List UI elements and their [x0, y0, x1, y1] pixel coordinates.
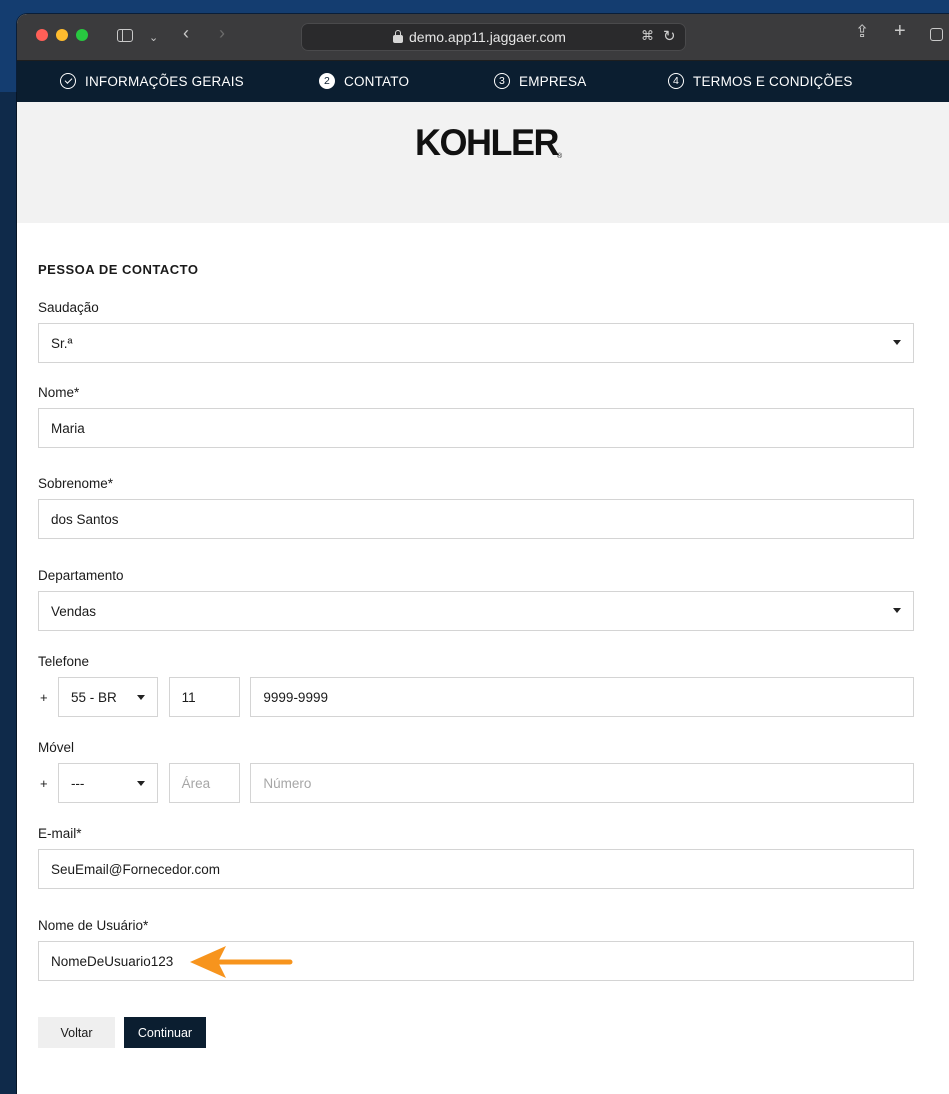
mobile-row: + --- Área Número	[38, 763, 914, 803]
phone-label: Telefone	[38, 654, 90, 669]
last-name-group: Sobrenome* dos Santos	[38, 476, 914, 539]
department-value: Vendas	[51, 603, 97, 619]
phone-country-code-value: 55 - BR	[70, 689, 117, 705]
back-arrow-icon[interactable]: ‹	[183, 24, 189, 42]
department-select[interactable]: Vendas	[38, 591, 914, 631]
form-actions: Voltar Continuar	[38, 1017, 206, 1048]
mobile-label: Móvel	[38, 740, 75, 755]
minimize-window-button[interactable]	[56, 29, 68, 41]
step-label: EMPRESA	[519, 73, 587, 89]
section-title: PESSOA DE CONTACTO	[38, 262, 199, 277]
caret-down-icon	[136, 781, 145, 786]
progress-steps: INFORMAÇÕES GERAIS 2 CONTATO 3 EMPRESA 4…	[17, 61, 949, 102]
sidebar-icon[interactable]	[117, 29, 133, 42]
phone-number-input[interactable]: 9999-9999	[250, 677, 914, 717]
step-label: TERMOS E CONDIÇÕES	[693, 73, 853, 89]
mobile-number-placeholder: Número	[263, 775, 312, 791]
mobile-area-input[interactable]: Área	[168, 763, 241, 803]
phone-plus: +	[40, 689, 48, 705]
phone-area-input[interactable]: 11	[168, 677, 241, 717]
step-number: 3	[494, 73, 510, 89]
registered-mark: ®	[557, 153, 563, 160]
department-label: Departamento	[38, 568, 124, 583]
step-label: INFORMAÇÕES GERAIS	[85, 73, 244, 89]
mobile-number-input[interactable]: Número	[250, 763, 914, 803]
browser-toolbar: ⌄ ‹ › demo.app11.jaggaer.com ⌘ ↻ ⇪ +	[17, 14, 949, 61]
username-label: Nome de Usuário*	[38, 918, 149, 933]
lock-icon	[393, 30, 403, 43]
zoom-window-button[interactable]	[76, 29, 88, 41]
first-name-label: Nome*	[38, 385, 80, 400]
department-group: Departamento Vendas	[38, 568, 914, 631]
new-tab-icon[interactable]: +	[894, 21, 906, 41]
first-name-group: Nome* Maria	[38, 385, 914, 448]
mobile-plus: +	[40, 775, 48, 791]
step-label: CONTATO	[344, 73, 410, 89]
address-bar[interactable]: demo.app11.jaggaer.com ⌘ ↻	[301, 23, 686, 51]
back-button[interactable]: Voltar	[38, 1017, 115, 1048]
translate-icon[interactable]: ⌘	[641, 28, 654, 44]
first-name-value: Maria	[51, 420, 85, 436]
annotation-arrow-icon	[190, 946, 293, 978]
step-contato[interactable]: 2 CONTATO	[319, 73, 409, 89]
phone-row: + 55 - BR 11 9999-9999	[38, 677, 914, 717]
phone-country-code-select[interactable]: 55 - BR	[57, 677, 158, 717]
salutation-group: Saudação Sr.ª	[38, 300, 914, 363]
caret-down-icon	[893, 340, 901, 345]
step-empresa[interactable]: 3 EMPRESA	[494, 73, 586, 89]
salutation-label: Saudação	[38, 300, 99, 315]
step-number: 2	[319, 73, 335, 89]
last-name-value: dos Santos	[51, 511, 119, 527]
caret-down-icon	[893, 608, 901, 613]
last-name-label: Sobrenome*	[38, 476, 114, 491]
email-group: E-mail* SeuEmail@Fornecedor.com	[38, 826, 914, 889]
forward-arrow-icon[interactable]: ›	[219, 24, 225, 42]
kohler-logo: KOHLER	[415, 121, 560, 164]
phone-group: Telefone + 55 - BR 11 9999-9999	[38, 654, 914, 717]
tab-overview-icon[interactable]	[930, 28, 943, 41]
chevron-down-icon[interactable]: ⌄	[149, 30, 158, 46]
email-input[interactable]: SeuEmail@Fornecedor.com	[38, 849, 914, 889]
email-label: E-mail*	[38, 826, 82, 841]
step-informacoes-gerais[interactable]: INFORMAÇÕES GERAIS	[60, 73, 244, 89]
salutation-value: Sr.ª	[51, 335, 73, 351]
mobile-country-code-select[interactable]: ---	[57, 763, 158, 803]
mobile-area-placeholder: Área	[181, 775, 211, 791]
close-window-button[interactable]	[36, 29, 48, 41]
email-value: SeuEmail@Fornecedor.com	[51, 861, 221, 877]
last-name-input[interactable]: dos Santos	[38, 499, 914, 539]
share-icon[interactable]: ⇪	[855, 23, 869, 40]
mobile-group: Móvel + --- Área Número	[38, 740, 914, 803]
step-termos-e-condicoes[interactable]: 4 TERMOS E CONDIÇÕES	[668, 73, 853, 89]
checkmark-circle-icon	[60, 73, 76, 89]
username-value: NomeDeUsuario123	[51, 953, 174, 969]
mobile-country-code-value: ---	[70, 775, 85, 791]
reload-icon[interactable]: ↻	[663, 27, 676, 45]
salutation-select[interactable]: Sr.ª	[38, 323, 914, 363]
continue-button[interactable]: Continuar	[124, 1017, 206, 1048]
url-text: demo.app11.jaggaer.com	[409, 29, 566, 45]
caret-down-icon	[136, 695, 145, 700]
first-name-input[interactable]: Maria	[38, 408, 914, 448]
username-group: Nome de Usuário* NomeDeUsuario123	[38, 918, 914, 981]
username-input[interactable]: NomeDeUsuario123	[38, 941, 914, 981]
phone-number-value: 9999-9999	[263, 689, 328, 705]
brand-header: KOHLER ®	[17, 102, 949, 223]
step-number: 4	[668, 73, 684, 89]
phone-area-value: 11	[181, 689, 196, 705]
